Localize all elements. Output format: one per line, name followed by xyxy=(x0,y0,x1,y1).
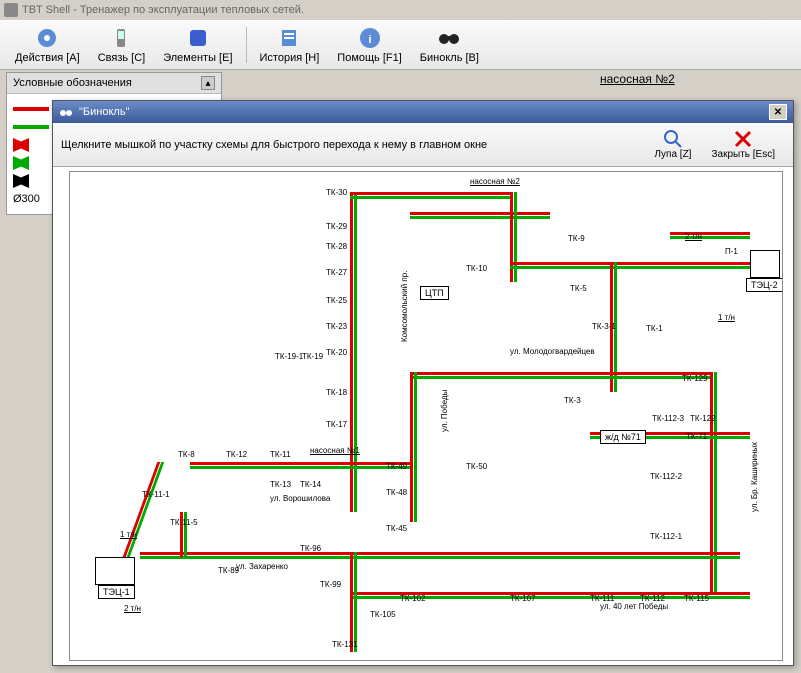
node-label[interactable]: ТК-12 xyxy=(226,450,247,459)
node-label[interactable]: ТК-18 xyxy=(326,388,347,397)
node-label[interactable]: ТК-17 xyxy=(326,420,347,429)
binokl-window-icon xyxy=(59,105,73,119)
node-label[interactable]: ТК-1 xyxy=(646,324,663,333)
node-label[interactable]: ТК-131 xyxy=(332,640,358,649)
node-label[interactable]: ТК-112 xyxy=(640,594,665,603)
schema-canvas[interactable]: ТЭЦ-1 ТЭЦ-2 ЦТП ж/д №71 насосная №1 насо… xyxy=(69,171,783,661)
pump1-label: насосная №1 xyxy=(310,446,360,455)
node-label[interactable]: ТК-23 xyxy=(326,322,347,331)
node-label[interactable]: ТК-19-1 xyxy=(275,352,303,361)
main-toolbar: Действия [A] Связь [C] Элементы [E] Исто… xyxy=(0,20,801,70)
node-label[interactable]: ТК-96 xyxy=(300,544,321,553)
close-button[interactable]: Закрыть [Esc] xyxy=(701,127,785,162)
t2b-label: 2 т/н xyxy=(124,604,141,613)
node-label[interactable]: ТК-71 xyxy=(686,432,707,441)
node-label[interactable]: ТК-11 xyxy=(270,450,291,459)
history-icon xyxy=(277,26,301,50)
binokl-titlebar[interactable]: "Бинокль" ✕ xyxy=(53,101,793,123)
gear-icon xyxy=(35,26,59,50)
binokl-close-button[interactable]: ✕ xyxy=(769,104,787,120)
node-label[interactable]: ТК-112-3 xyxy=(652,414,684,423)
binoculars-button[interactable]: Бинокль [B] xyxy=(411,22,488,68)
legend-title: Условные обозначения xyxy=(13,77,132,89)
node-label[interactable]: ТК-11-1 xyxy=(142,490,170,499)
node-label[interactable]: ТК-3-1 xyxy=(592,322,616,331)
puzzle-icon xyxy=(186,26,210,50)
help-button[interactable]: i Помощь [F1] xyxy=(328,22,411,68)
info-icon: i xyxy=(358,26,382,50)
node-label[interactable]: ТК-89 xyxy=(218,566,239,575)
node-label[interactable]: ТК-10 xyxy=(466,264,487,273)
node-label[interactable]: ТК-129 xyxy=(682,374,708,383)
node-label[interactable]: ТК-30 xyxy=(326,188,347,197)
node-label[interactable]: ТК-11-5 xyxy=(170,518,198,527)
tec2-facility[interactable] xyxy=(750,250,780,278)
ctp-label[interactable]: ЦТП xyxy=(420,286,449,300)
node-label[interactable]: ТК-13 xyxy=(270,480,291,489)
street-zakharenko: ул. Захаренко xyxy=(236,562,288,571)
node-label[interactable]: ТК-29 xyxy=(326,222,347,231)
link-button[interactable]: Связь [C] xyxy=(89,22,155,68)
node-label[interactable]: ТК-112-1 xyxy=(650,532,682,541)
node-label[interactable]: ТК-8 xyxy=(178,450,195,459)
node-label[interactable]: ТК-3 xyxy=(564,396,581,405)
node-label[interactable]: ТК-28 xyxy=(326,242,347,251)
tec2-label: ТЭЦ-2 xyxy=(746,278,783,292)
app-titlebar: TBT Shell - Тренажер по эксплуатации теп… xyxy=(0,0,801,20)
node-label[interactable]: ТК-20 xyxy=(326,348,347,357)
tec1-label: ТЭЦ-1 xyxy=(98,585,135,599)
legend-header: Условные обозначения ▴ xyxy=(7,73,221,94)
binokl-hint: Щелкните мышкой по участку схемы для быс… xyxy=(61,139,644,151)
p1-label: П-1 xyxy=(725,247,738,256)
node-label[interactable]: ТК-122 xyxy=(690,414,716,423)
legend-toggle-button[interactable]: ▴ xyxy=(201,76,215,90)
svg-text:i: i xyxy=(368,34,371,46)
node-label[interactable]: ТК-102 xyxy=(400,594,426,603)
close-x-icon xyxy=(733,129,753,149)
street-pobedy: ул. Победы xyxy=(440,390,449,432)
node-label[interactable]: ТК-45 xyxy=(386,524,407,533)
street-molodogvard: ул. Молодогвардейцев xyxy=(510,347,595,356)
history-button[interactable]: История [H] xyxy=(251,22,329,68)
app-title: TBT Shell - Тренажер по эксплуатации теп… xyxy=(22,4,304,16)
node-label[interactable]: ТК-19 xyxy=(302,352,323,361)
elements-button[interactable]: Элементы [E] xyxy=(154,22,241,68)
node-label[interactable]: ТК-27 xyxy=(326,268,347,277)
node-label[interactable]: ТК-99 xyxy=(320,580,341,589)
binokl-title-text: "Бинокль" xyxy=(79,106,129,118)
toolbar-separator xyxy=(246,27,247,63)
node-label[interactable]: ТК-5 xyxy=(570,284,587,293)
street-kashirinykh: ул. Бр. Кашириных xyxy=(750,442,759,512)
tec1-facility[interactable] xyxy=(95,557,135,585)
node-label[interactable]: ТК-112-2 xyxy=(650,472,682,481)
phone-icon xyxy=(109,26,133,50)
node-label[interactable]: ТК-111 xyxy=(590,594,614,603)
node-label[interactable]: ТК-115 xyxy=(684,594,709,603)
binoculars-icon xyxy=(437,26,461,50)
t2-label: 2 т/н xyxy=(685,232,702,241)
street-40let: ул. 40 лет Победы xyxy=(600,602,668,611)
pump2-background-label: насосная №2 xyxy=(600,72,675,86)
node-label[interactable]: ТК-48 xyxy=(386,488,407,497)
street-voroshilova: ул. Ворошилова xyxy=(270,494,330,503)
actions-button[interactable]: Действия [A] xyxy=(6,22,89,68)
binokl-toolbar: Щелкните мышкой по участку схемы для быс… xyxy=(53,123,793,167)
zhd71-label[interactable]: ж/д №71 xyxy=(600,430,646,444)
node-label[interactable]: ТК-25 xyxy=(326,296,347,305)
zoom-button[interactable]: Лупа [Z] xyxy=(644,127,701,162)
node-label[interactable]: ТК-9 xyxy=(568,234,585,243)
binokl-window: "Бинокль" ✕ Щелкните мышкой по участку с… xyxy=(52,100,794,666)
node-label[interactable]: ТК-50 xyxy=(466,462,487,471)
pump2-label: насосная №2 xyxy=(470,177,520,186)
node-label[interactable]: ТК-107 xyxy=(510,594,536,603)
t1b-label: 1 т/н xyxy=(120,530,137,539)
t1-label: 1 т/н xyxy=(718,313,735,322)
node-label[interactable]: ТК-105 xyxy=(370,610,396,619)
app-icon xyxy=(4,3,18,17)
street-komsomolsky: Комсомольский пр. xyxy=(400,271,409,342)
node-label[interactable]: ТК-49 xyxy=(386,462,407,471)
magnifier-icon xyxy=(663,129,683,149)
node-label[interactable]: ТК-14 xyxy=(300,480,321,489)
